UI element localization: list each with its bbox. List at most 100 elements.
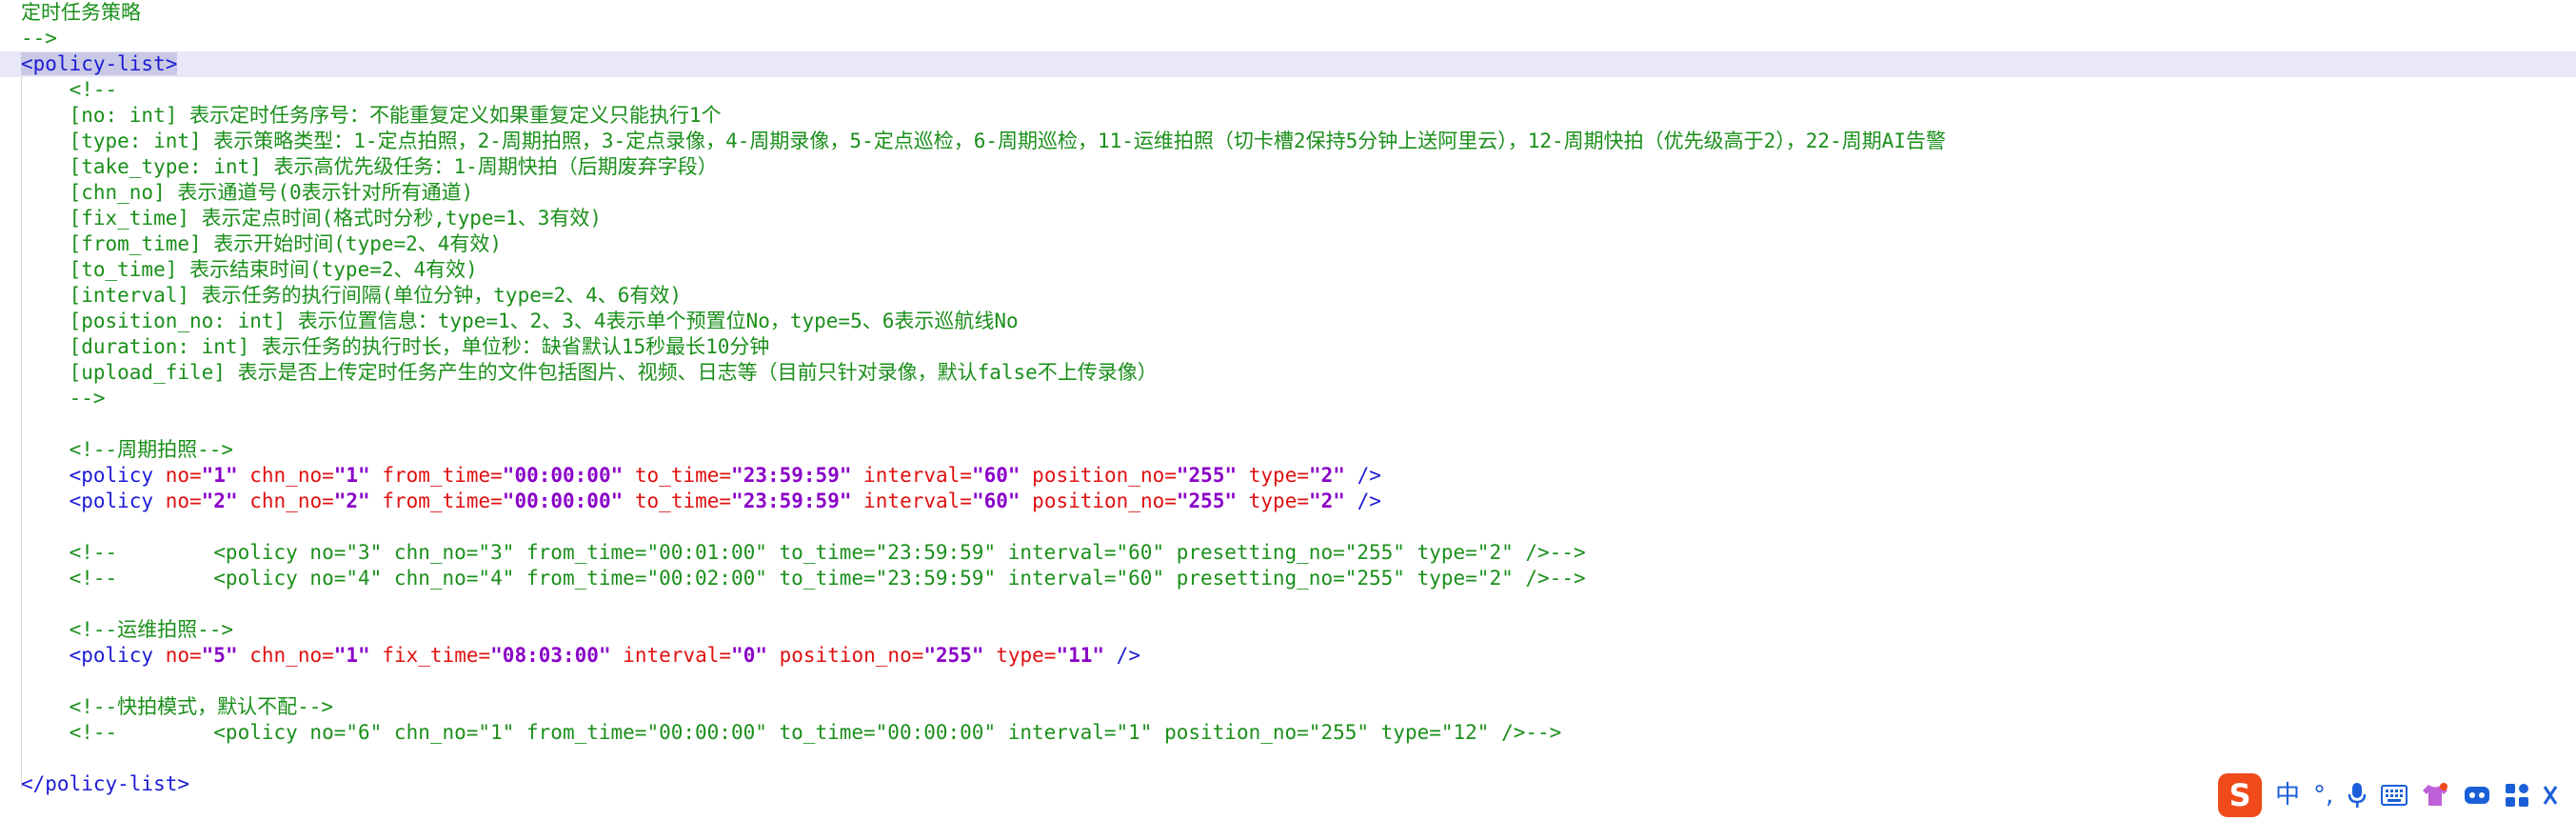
code-token: [fix_time] 表示定点时间(格式时分秒,type=1、3有效)	[21, 207, 603, 230]
code-token: "08:03:00"	[490, 644, 611, 667]
ime-lang-toggle[interactable]: 中	[2275, 773, 2300, 817]
code-line[interactable]: -->	[0, 26, 2576, 51]
code-line[interactable]: <policy no="5" chn_no="1" fix_time="08:0…	[0, 643, 2576, 669]
code-token: "60"	[971, 464, 1020, 487]
code-line[interactable]: <policy no="2" chn_no="2" from_time="00:…	[0, 489, 2576, 514]
code-token: [no: int] 表示定时任务序号：不能重复定义如果重复定义只能执行1个	[21, 104, 722, 127]
code-token: [take_type: int] 表示高优先级任务：1-周期快拍（后期废弃字段）	[21, 155, 718, 178]
code-token: <!-- <policy no="3" chn_no="3" from_time…	[21, 541, 1586, 564]
code-token: "255"	[923, 644, 984, 667]
code-token: [duration: int] 表示任务的执行时长，单位秒：缺省默认15秒最长1…	[21, 335, 770, 358]
code-token: from_time=	[382, 490, 503, 512]
microphone-icon[interactable]	[2347, 781, 2368, 810]
code-line[interactable]: [no: int] 表示定时任务序号：不能重复定义如果重复定义只能执行1个	[0, 103, 2576, 129]
code-token: />	[1104, 644, 1140, 667]
code-token: "1"	[333, 464, 370, 487]
code-token: <!--	[21, 78, 118, 101]
code-token: interval=	[863, 490, 972, 512]
code-token: no=	[165, 490, 202, 512]
code-token: "00:00:00"	[502, 490, 624, 512]
code-token: "1"	[201, 464, 238, 487]
code-line[interactable]: [chn_no] 表示通道号(0表示针对所有通道)	[0, 180, 2576, 206]
ime-punctuation-toggle[interactable]: °,	[2313, 773, 2333, 817]
code-line[interactable]: [duration: int] 表示任务的执行时长，单位秒：缺省默认15秒最长1…	[0, 334, 2576, 360]
code-token: <!--周期拍照-->	[21, 438, 234, 461]
code-token: />	[1344, 490, 1381, 512]
code-token: "1"	[333, 644, 370, 667]
code-token: <policy-list>	[21, 52, 178, 75]
code-token: to_time=	[634, 464, 732, 487]
code-token: [position_no: int] 表示位置信息：type=1、2、3、4表示…	[21, 310, 1019, 332]
code-line[interactable]: [fix_time] 表示定点时间(格式时分秒,type=1、3有效)	[0, 206, 2576, 231]
code-line[interactable]: <!--周期拍照-->	[0, 437, 2576, 463]
code-token: <!-- <policy no="6" chn_no="1" from_time…	[21, 721, 1562, 744]
code-token: "23:59:59"	[731, 464, 852, 487]
code-token: to_time=	[634, 490, 732, 512]
assistant-icon[interactable]	[2463, 783, 2491, 808]
code-token: position_no=	[1032, 464, 1177, 487]
more-icon[interactable]	[2543, 783, 2558, 808]
code-line[interactable]: [interval] 表示任务的执行间隔(单位分钟，type=2、4、6有效)	[0, 283, 2576, 309]
code-line[interactable]: [to_time] 表示结束时间(type=2、4有效)	[0, 257, 2576, 283]
code-line[interactable]: 定时任务策略	[0, 0, 2576, 26]
code-token: 定时任务策略	[21, 1, 141, 24]
code-token: position_no=	[1032, 490, 1177, 512]
code-token: [type: int] 表示策略类型：1-定点拍照，2-周期拍照，3-定点录像，…	[21, 130, 1947, 152]
skin-icon[interactable]	[2421, 783, 2449, 808]
code-token: type=	[996, 644, 1057, 667]
code-line[interactable]: [upload_file] 表示是否上传定时任务产生的文件包括图片、视频、日志等…	[0, 360, 2576, 386]
code-token: [to_time] 表示结束时间(type=2、4有效)	[21, 258, 478, 281]
code-editor[interactable]: 定时任务策略 --> <policy-list> <!-- [no: int] 表示…	[0, 0, 2576, 820]
code-token: interval=	[623, 644, 732, 667]
code-line[interactable]: <!-- <policy no="4" chn_no="4" from_time…	[0, 566, 2576, 591]
code-token: "23:59:59"	[731, 490, 852, 512]
sogou-logo-icon[interactable]: S	[2218, 773, 2262, 817]
code-line[interactable]: [type: int] 表示策略类型：1-定点拍照，2-周期拍照，3-定点录像，…	[0, 129, 2576, 154]
code-token: </policy-list>	[21, 772, 190, 795]
code-token: interval=	[863, 464, 972, 487]
code-token: />	[1344, 464, 1381, 487]
code-line[interactable]: <policy no="1" chn_no="1" from_time="00:…	[0, 463, 2576, 489]
code-token: -->	[21, 387, 106, 410]
keyboard-icon[interactable]	[2381, 785, 2408, 806]
ime-toolbar: S 中 °,	[2218, 773, 2576, 817]
code-token: type=	[1248, 490, 1309, 512]
code-line[interactable]: <policy-list>	[0, 51, 2576, 77]
code-line[interactable]: [take_type: int] 表示高优先级任务：1-周期快拍（后期废弃字段）	[0, 154, 2576, 180]
code-line[interactable]: <!-- <policy no="6" chn_no="1" from_time…	[0, 720, 2576, 746]
code-line[interactable]: -->	[0, 386, 2576, 411]
code-token: no=	[165, 644, 202, 667]
code-token: "255"	[1176, 464, 1238, 487]
code-token: -->	[21, 27, 57, 50]
toolbox-icon[interactable]	[2505, 783, 2529, 808]
code-token: chn_no=	[249, 490, 334, 512]
code-token: position_no=	[779, 644, 924, 667]
code-line[interactable]: <!--运维拍照-->	[0, 617, 2576, 643]
code-token: "5"	[201, 644, 238, 667]
code-line[interactable]: </policy-list>	[0, 771, 2576, 797]
code-token: chn_no=	[249, 644, 334, 667]
code-token: <!--快拍模式，默认不配-->	[21, 695, 334, 718]
code-line[interactable]: <!--快拍模式，默认不配-->	[0, 694, 2576, 720]
code-line[interactable]: <!--	[0, 77, 2576, 103]
code-token: "2"	[1308, 464, 1345, 487]
code-line[interactable]: [position_no: int] 表示位置信息：type=1、2、3、4表示…	[0, 309, 2576, 334]
code-line[interactable]: <!-- <policy no="3" chn_no="3" from_time…	[0, 540, 2576, 566]
code-token: "0"	[731, 644, 767, 667]
code-token: no=	[165, 464, 202, 487]
code-token: "2"	[333, 490, 370, 512]
code-token: "255"	[1176, 490, 1238, 512]
code-token: "00:00:00"	[502, 464, 624, 487]
code-token: "2"	[1308, 490, 1345, 512]
code-line[interactable]: [from_time] 表示开始时间(type=2、4有效)	[0, 231, 2576, 257]
